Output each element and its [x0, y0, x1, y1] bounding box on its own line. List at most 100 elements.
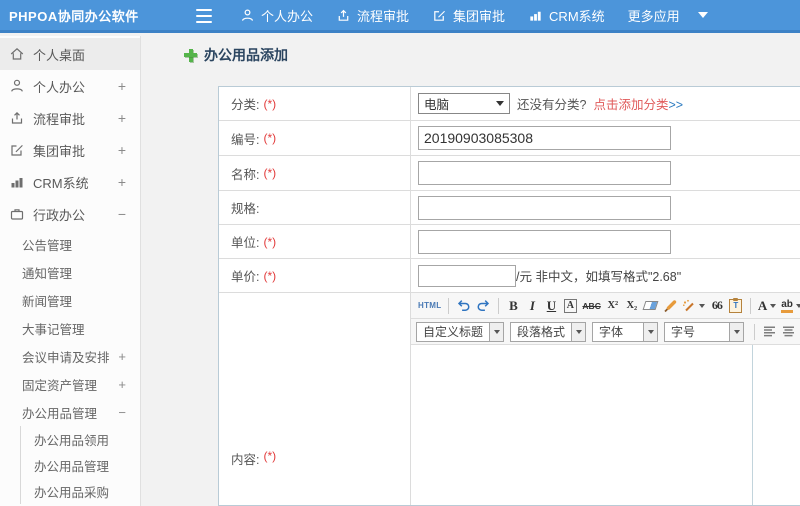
sidebar-item-personal-office[interactable]: 个人办公 + [0, 70, 140, 102]
top-navigation-bar: PHPOA协同办公软件 个人办公 流程审批 集团审批 CRM系统 更多应用 [0, 0, 800, 33]
caret-down-icon [795, 303, 800, 308]
font-size-select[interactable]: 字号 [664, 321, 745, 342]
unit-input[interactable] [418, 229, 671, 254]
sidebar-item-events-mgmt[interactable]: 大事记管理 [0, 314, 140, 342]
nav-personal-office[interactable]: 个人办公 [240, 6, 313, 25]
sidebar-item-workflow-approval[interactable]: 流程审批 + [0, 102, 140, 134]
bold-button[interactable]: B [504, 296, 522, 316]
required-mark: (*) [263, 166, 277, 180]
underline-button[interactable]: U [542, 296, 560, 316]
required-mark: (*) [263, 268, 277, 283]
spec-input[interactable] [418, 195, 671, 220]
italic-button[interactable]: I [523, 296, 541, 316]
toolbar-separator [749, 297, 751, 314]
sidebar-item-office-supplies-mgmt[interactable]: 办公用品管理 − [0, 398, 140, 426]
no-category-hint: 还没有分类? [517, 98, 587, 112]
hamburger-menu-icon[interactable] [196, 9, 212, 23]
sidebar-item-label: 行政办公 [33, 207, 86, 223]
paste-text-button[interactable]: T [727, 296, 745, 316]
blockquote-button[interactable]: 66 [708, 296, 726, 316]
expand-plus-icon[interactable]: + [118, 110, 126, 126]
html-source-button[interactable]: HTML [416, 296, 443, 316]
redo-button[interactable] [474, 296, 493, 316]
eraser-button[interactable] [642, 296, 660, 316]
sidebar-item-notice-mgmt[interactable]: 通知管理 [0, 258, 140, 286]
person-icon [240, 8, 255, 23]
required-mark: (*) [263, 96, 277, 111]
category-select-value: 电脑 [424, 98, 450, 112]
expand-plus-icon[interactable]: + [118, 78, 126, 94]
sidebar-item-fixed-assets-mgmt[interactable]: 固定资产管理 + [0, 370, 140, 398]
form-row-spec: 规格: [219, 191, 800, 225]
expand-plus-icon[interactable]: + [118, 349, 126, 364]
font-family-select[interactable]: 字体 [592, 321, 659, 342]
custom-heading-select[interactable]: 自定义标题 [416, 321, 505, 342]
link-arrows: >> [668, 98, 684, 112]
toolbar-separator [448, 297, 450, 314]
spec-label: 规格: [231, 202, 260, 216]
home-icon [9, 46, 25, 62]
nav-group-approval[interactable]: 集团审批 [432, 6, 505, 25]
code-input[interactable] [418, 126, 671, 150]
superscript-button[interactable]: X² [604, 296, 622, 316]
sidebar-item-announcement-mgmt[interactable]: 公告管理 [0, 230, 140, 258]
caret-down-icon [643, 322, 658, 341]
paragraph-format-select[interactable]: 段落格式 [510, 321, 587, 342]
undo-button[interactable] [454, 296, 473, 316]
caret-down-icon [770, 303, 777, 308]
name-label: 名称: [231, 167, 260, 182]
sidebar-item-group-approval[interactable]: 集团审批 + [0, 134, 140, 166]
rich-text-editor: HTML B I U A ABC X² X₂ 66 T A ab 自定义标题 段… [411, 293, 800, 505]
nav-more-apps[interactable]: 更多应用 [628, 6, 708, 25]
expand-plus-icon[interactable]: + [118, 377, 126, 392]
category-label: 分类: [231, 98, 260, 112]
sidebar-item-label: 办公用品管理 [22, 406, 98, 421]
background-color-button[interactable]: ab [779, 296, 800, 316]
font-color-button[interactable]: A [756, 296, 778, 316]
briefcase-icon [9, 206, 25, 222]
code-label: 编号: [231, 132, 260, 147]
name-input[interactable] [418, 161, 671, 185]
top-nav-menu: 个人办公 流程审批 集团审批 CRM系统 更多应用 [240, 0, 708, 30]
align-center-button[interactable] [779, 322, 797, 342]
sidebar-item-label: 办公用品采购 [34, 485, 110, 500]
add-plus-icon [184, 48, 197, 62]
subscript-button[interactable]: X₂ [623, 296, 641, 316]
nav-label: 个人办公 [261, 8, 314, 24]
form-row-unit: 单位: (*) [219, 225, 800, 259]
sidebar-item-label: 办公用品管理 [34, 459, 110, 474]
caret-down-icon [697, 12, 708, 18]
page-title: 办公用品添加 [204, 47, 288, 63]
sidebar-item-supplies-manage[interactable]: 办公用品管理 [21, 452, 140, 478]
person-icon [9, 78, 25, 94]
sidebar-item-admin-office[interactable]: 行政办公 − [0, 198, 140, 230]
clean-format-button[interactable] [661, 296, 679, 316]
nav-workflow-approval[interactable]: 流程审批 [336, 6, 409, 25]
nav-crm-system[interactable]: CRM系统 [528, 6, 605, 25]
category-select[interactable]: 电脑 [418, 93, 510, 114]
collapse-minus-icon[interactable]: − [118, 405, 126, 420]
sidebar-item-label: 大事记管理 [22, 322, 85, 337]
font-box-button[interactable]: A [561, 296, 579, 316]
sidebar-item-supplies-claim[interactable]: 办公用品领用 [21, 426, 140, 452]
eraser-icon [642, 301, 659, 310]
sidebar-item-meeting-mgmt[interactable]: 会议申请及安排 + [0, 342, 140, 370]
sidebar-item-news-mgmt[interactable]: 新闻管理 [0, 286, 140, 314]
strikethrough-button[interactable]: ABC [580, 296, 602, 316]
caret-down-icon [729, 322, 744, 341]
sidebar-item-supplies-purchase[interactable]: 办公用品采购 [21, 478, 140, 504]
add-category-link[interactable]: 点击添加分类>> [593, 94, 683, 113]
sidebar-item-crm-system[interactable]: CRM系统 + [0, 166, 140, 198]
page-title-row: 办公用品添加 [184, 45, 288, 65]
sidebar: 个人桌面 个人办公 + 流程审批 + 集团审批 + CRM系统 + 行政办公 −… [0, 36, 141, 506]
nav-label: 流程审批 [357, 8, 410, 24]
editor-content-area[interactable] [411, 345, 753, 505]
sidebar-item-personal-desktop[interactable]: 个人桌面 [0, 38, 140, 70]
format-painter-button[interactable] [680, 296, 707, 316]
workflow-icon [336, 8, 351, 23]
collapse-minus-icon[interactable]: − [118, 206, 126, 222]
expand-plus-icon[interactable]: + [118, 174, 126, 190]
expand-plus-icon[interactable]: + [118, 142, 126, 158]
price-input[interactable] [418, 264, 516, 287]
align-left-button[interactable] [760, 322, 778, 342]
